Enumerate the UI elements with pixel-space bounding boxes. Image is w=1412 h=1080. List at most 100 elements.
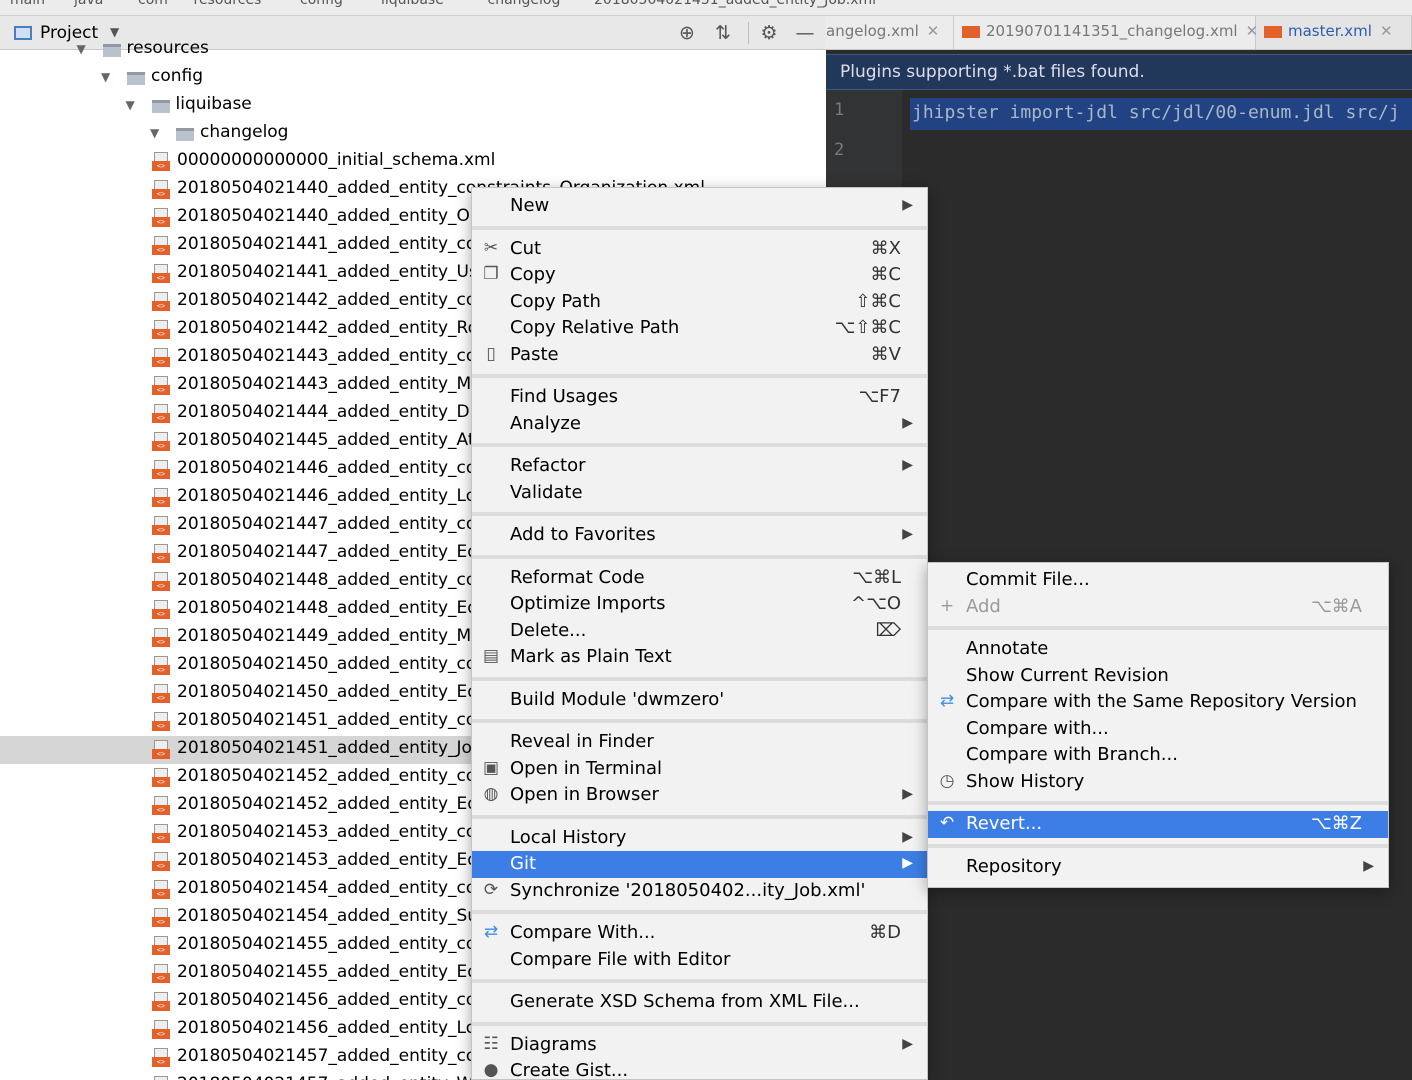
breadcrumb: main java com resources config liquibase chang… — [0, 0, 1412, 16]
tree-item-label: 20180504021441_added_entity_Us — [177, 262, 478, 282]
menu-item-optimize-imports[interactable]: Optimize Imports ^⌥O — [472, 591, 927, 618]
close-icon[interactable]: ✕ — [1380, 22, 1393, 40]
expand-arrow-icon[interactable]: ▼ — [101, 70, 110, 84]
menu-item-mark-as-plain-text[interactable]: ▤ Mark as Plain Text — [472, 644, 927, 671]
menu-item-reveal-in-finder[interactable]: Reveal in Finder — [472, 729, 927, 756]
menu-item-refactor[interactable]: Refactor ▶ — [472, 453, 927, 480]
code-line-selected[interactable]: jhipster import-jdl src/jdl/00-enum.jdl … — [910, 98, 1412, 130]
editor-tab[interactable]: 20190701141351_changelog.xml ✕ — [954, 16, 1258, 49]
menu-item-paste[interactable]: ▯ Paste ⌘V — [472, 342, 927, 369]
menu-item-copy[interactable]: ❐ Copy ⌘C — [472, 262, 927, 289]
menu-item-label: Compare File with Editor — [510, 948, 731, 970]
breadcrumb-item[interactable]: java — [74, 0, 103, 8]
menu-item-label: Open in Terminal — [510, 757, 662, 779]
compare-icon: ⇄ — [483, 922, 499, 942]
menu-item-compare-with-branch[interactable]: Compare with Branch... — [928, 742, 1388, 769]
menu-item-build-module-dwmzero[interactable]: Build Module 'dwmzero' — [472, 687, 927, 714]
tree-item-label: 20180504021451_added_entity_co — [177, 710, 477, 730]
menu-item-compare-with[interactable]: ⇄ Compare With... ⌘D — [472, 920, 927, 947]
tree-item-label: 20180504021457_added_entity_W — [177, 1074, 473, 1080]
browser-icon: ◍ — [483, 784, 499, 804]
tree-item-label: 20180504021450_added_entity_co — [177, 654, 477, 674]
expand-arrow-icon[interactable]: ▼ — [126, 98, 135, 112]
breadcrumb-item[interactable]: resources — [194, 0, 262, 8]
xml-file-icon: <> — [152, 208, 170, 228]
xml-file-icon: <> — [152, 1076, 170, 1080]
menu-item-label: Commit File... — [966, 569, 1090, 590]
menu-item-open-in-terminal[interactable]: ▣ Open in Terminal — [472, 756, 927, 783]
folder-icon — [127, 72, 145, 85]
menu-item-annotate[interactable]: Annotate — [928, 636, 1388, 663]
breadcrumb-item[interactable]: 20180504021451_added_entity_Job.xml — [594, 0, 876, 8]
menu-item-add-to-favorites[interactable]: Add to Favorites ▶ — [472, 522, 927, 549]
menu-item-find-usages[interactable]: Find Usages ⌥F7 — [472, 384, 927, 411]
menu-item-local-history[interactable]: Local History ▶ — [472, 825, 927, 852]
menu-item-compare-file-with-editor[interactable]: Compare File with Editor — [472, 947, 927, 974]
xml-file-icon: <> — [152, 852, 170, 872]
tab-label: master.xml — [1288, 22, 1372, 40]
editor-tab[interactable]: angelog.xml ✕ — [826, 16, 954, 49]
menu-item-new[interactable]: New ▶ — [472, 193, 927, 220]
menu-item-repository[interactable]: Repository ▶ — [928, 854, 1388, 881]
tree-item-label: 20180504021447_added_entity_co — [177, 514, 477, 534]
menu-item-label: Validate — [510, 481, 583, 503]
breadcrumb-item[interactable]: changelog — [488, 0, 561, 8]
tree-folder[interactable]: ▼ liquibase — [0, 92, 826, 120]
menu-item-reformat-code[interactable]: Reformat Code ⌥⌘L — [472, 565, 927, 592]
menu-item-cut[interactable]: ✂ Cut ⌘X — [472, 236, 927, 263]
menu-item-diagrams[interactable]: ☷ Diagrams ▶ — [472, 1032, 927, 1059]
submenu-arrow-icon: ▶ — [902, 197, 913, 213]
menu-item-label: Reveal in Finder — [510, 731, 654, 752]
menu-item-copy-path[interactable]: Copy Path ⇧⌘C — [472, 289, 927, 316]
breadcrumb-item[interactable]: liquibase — [381, 0, 444, 8]
menu-item-commit-file[interactable]: Commit File... — [928, 567, 1388, 594]
tree-file[interactable]: <> 00000000000000_initial_schema.xml — [0, 148, 826, 176]
menu-item-label: Revert... — [966, 813, 1043, 834]
tree-item-label: changelog — [200, 122, 289, 142]
breadcrumb-item[interactable]: config — [300, 0, 343, 8]
menu-item-synchronize-2018050402-ity-job-xml[interactable]: ⟳ Synchronize '2018050402...ity_Job.xml' — [472, 878, 927, 905]
xml-file-icon: <> — [152, 964, 170, 984]
xml-file-icon: <> — [152, 740, 170, 760]
xml-file-icon: <> — [152, 1048, 170, 1068]
menu-item-label: Show History — [966, 770, 1085, 792]
close-icon[interactable]: ✕ — [927, 22, 940, 40]
menu-item-show-history[interactable]: ◷ Show History — [928, 769, 1388, 796]
editor-tab[interactable]: master.xml ✕ — [1256, 16, 1412, 49]
menu-item-compare-with[interactable]: Compare with... — [928, 716, 1388, 743]
tree-item-label: 20180504021451_added_entity_Jo — [177, 738, 472, 758]
expand-arrow-icon[interactable]: ▼ — [77, 42, 86, 56]
menu-item-validate[interactable]: Validate — [472, 480, 927, 507]
menu-item-show-current-revision[interactable]: Show Current Revision — [928, 663, 1388, 690]
banner-text: Plugins supporting *.bat files found. — [840, 62, 1145, 82]
tree-folder[interactable]: ▼ config — [0, 64, 826, 92]
menu-item-create-gist[interactable]: ● Create Gist... — [472, 1058, 927, 1079]
compare-icon: ⇄ — [939, 691, 955, 711]
menu-item-label: Repository — [966, 855, 1062, 877]
xml-file-icon: <> — [152, 516, 170, 536]
menu-item-git[interactable]: Git ▶ — [472, 851, 927, 878]
menu-item-generate-xsd-schema-from-xml-file[interactable]: Generate XSD Schema from XML File... — [472, 989, 927, 1016]
tree-item-label: 20180504021454_added_entity_co — [177, 878, 477, 898]
tree-item-label: 20180504021454_added_entity_Su — [177, 906, 479, 926]
menu-item-open-in-browser[interactable]: ◍ Open in Browser ▶ — [472, 782, 927, 809]
folder-icon — [151, 100, 170, 113]
xml-file-icon: <> — [152, 152, 170, 172]
menu-separator — [472, 225, 927, 230]
context-menu: New ▶ ✂ Cut ⌘X ❐ Copy ⌘C Copy Path ⇧⌘C Copy Relati… — [471, 187, 928, 1080]
submenu-arrow-icon: ▶ — [902, 855, 913, 871]
breadcrumb-item[interactable]: com — [138, 0, 168, 8]
tree-folder[interactable]: ▼ changelog — [0, 120, 826, 148]
menu-item-compare-with-the-same-repository-version[interactable]: ⇄ Compare with the Same Repository Versio… — [928, 689, 1388, 716]
shortcut-label: ⌘C — [870, 264, 901, 285]
menu-item-copy-relative-path[interactable]: Copy Relative Path ⌥⇧⌘C — [472, 315, 927, 342]
menu-item-delete[interactable]: Delete... ⌦ — [472, 618, 927, 645]
menu-item-label: Paste — [510, 343, 559, 365]
expand-arrow-icon[interactable]: ▼ — [150, 126, 159, 140]
tree-item-label: 20180504021455_added_entity_co — [177, 934, 477, 954]
breadcrumb-item[interactable]: main — [10, 0, 45, 8]
menu-item-revert[interactable]: ↶ Revert... ⌥⌘Z — [928, 811, 1388, 838]
menu-item-analyze[interactable]: Analyze ▶ — [472, 411, 927, 438]
xml-file-icon: <> — [152, 460, 170, 480]
tree-folder[interactable]: ▼ resources — [0, 36, 826, 64]
